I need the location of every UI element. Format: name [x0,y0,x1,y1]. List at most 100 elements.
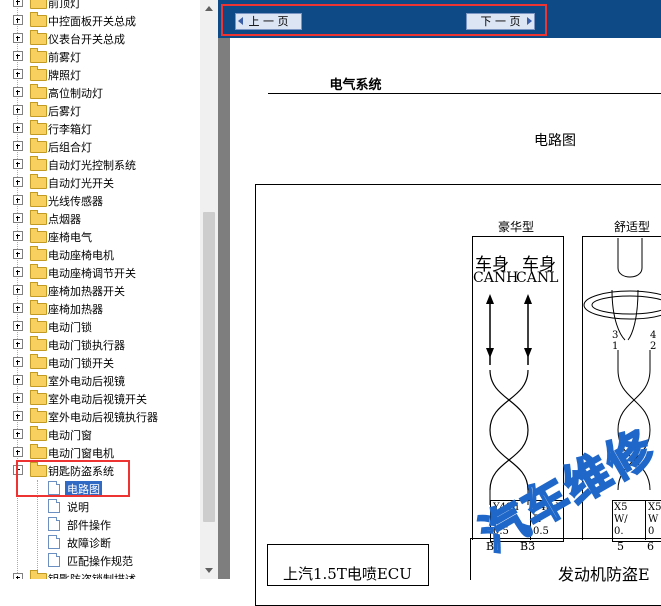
tree-item[interactable]: 室外电动后视镜开关 [0,389,200,407]
system-title: 电气系统 [329,78,382,93]
expand-toggle-icon[interactable] [13,393,23,403]
folder-icon [30,408,47,423]
tree-item-label: 电动门窗电机 [48,447,114,460]
expand-toggle-icon[interactable] [13,249,23,259]
tree-child-label: 说明 [67,501,89,514]
scroll-down-arrow-icon[interactable] [200,562,218,579]
scroll-thumb[interactable] [203,212,215,522]
tree-child-item[interactable]: 故障诊断 [0,533,200,551]
next-page-label: 下 一 页 [480,15,521,28]
expand-toggle-icon[interactable] [13,339,23,349]
expand-toggle-icon[interactable] [13,0,23,7]
tree-item[interactable]: 牌照灯 [0,65,200,83]
expand-toggle-icon[interactable] [13,159,23,169]
title-rule [268,93,661,94]
expand-toggle-icon[interactable] [13,195,23,205]
key-head-drawing [617,238,643,278]
tree-child-label: 故障诊断 [67,537,111,550]
folder-icon [30,0,47,9]
folder-icon [30,138,47,153]
tree-item[interactable]: 仪表台开关总成 [0,29,200,47]
expand-toggle-icon[interactable] [13,429,23,439]
expand-toggle-icon[interactable] [13,267,23,277]
tree-item[interactable]: 高位制动灯 [0,83,200,101]
tree-scrollbar[interactable] [200,0,218,579]
tree-child-item[interactable]: 匹配操作规范 [0,551,200,569]
folder-icon [30,66,47,81]
tree-item[interactable]: 座椅电气 [0,227,200,245]
tree-item[interactable]: 点烟器 [0,209,200,227]
tree-item[interactable]: 自动灯光开关 [0,173,200,191]
tree-item[interactable]: 电动座椅调节开关 [0,263,200,281]
tree-item-label: 后组合灯 [48,141,92,154]
expand-toggle-icon[interactable] [13,573,23,579]
tree-item-label: 电动座椅电机 [48,249,114,262]
tree-item-label: 自动灯光开关 [48,177,114,190]
tree-item-label: 电动门锁开关 [48,357,114,370]
expand-toggle-icon[interactable] [13,285,23,295]
expand-toggle-icon[interactable] [13,87,23,97]
tree-item[interactable]: 座椅加热器开关 [0,281,200,299]
tree-item[interactable]: 前雾灯 [0,47,200,65]
tree-item[interactable]: 电动门锁执行器 [0,335,200,353]
immo-label: 发动机防盗E [558,565,650,584]
left-arrow-icon [238,17,243,25]
tree-item[interactable]: 电动门锁开关 [0,353,200,371]
expand-toggle-icon[interactable] [13,123,23,133]
tree-item[interactable]: 自动灯光控制系统 [0,155,200,173]
expand-toggle-icon[interactable] [13,303,23,313]
tree-item-label: 座椅电气 [48,231,92,244]
tree-child-item[interactable]: 部件操作 [0,515,200,533]
tree-item[interactable]: 行李箱灯 [0,119,200,137]
pin-divider-2 [645,500,646,540]
expand-toggle-icon[interactable] [13,15,23,25]
comfort-label: 舒适型 [614,220,651,234]
tree-item-label: 电动座椅调节开关 [48,267,136,280]
folder-icon [30,426,47,441]
expand-toggle-icon[interactable] [13,177,23,187]
scroll-up-arrow-icon[interactable] [200,0,218,17]
tree-item[interactable]: 电动门窗电机 [0,443,200,461]
folder-icon [30,300,47,315]
tree-item[interactable]: 光线传感器 [0,191,200,209]
tree-item[interactable]: 后组合灯 [0,137,200,155]
nav-toolbar: 上 一 页 下 一 页 [218,0,661,38]
tree-item[interactable]: 前顶灯 [0,0,200,11]
prev-page-button[interactable]: 上 一 页 [235,13,302,30]
ecu-label: 上汽1.5T电喷ECU [283,565,412,583]
tree-item[interactable]: 电动座椅电机 [0,245,200,263]
tree-child-item[interactable]: 说明 [0,497,200,515]
folder-icon [30,102,47,117]
tree-item[interactable]: 后雾灯 [0,101,200,119]
expand-toggle-icon[interactable] [13,447,23,457]
tree-item[interactable]: 电动门锁 [0,317,200,335]
expand-toggle-icon[interactable] [13,213,23,223]
tree-item[interactable]: 电动门窗 [0,425,200,443]
tree-item-label: 电动门锁 [48,321,92,334]
tree-item[interactable]: 中控面板开关总成 [0,11,200,29]
expand-toggle-icon[interactable] [13,51,23,61]
expand-toggle-icon[interactable] [13,411,23,421]
tree-child-label: 部件操作 [67,519,111,532]
tree-item[interactable]: 室外电动后视镜 [0,371,200,389]
tree-item-label: 高位制动灯 [48,87,103,100]
tree-item[interactable]: 室外电动后视镜执行器 [0,407,200,425]
folder-icon [30,264,47,279]
expand-toggle-icon[interactable] [13,321,23,331]
tree-item[interactable]: 钥匙防盗锁制描述 [0,569,200,579]
tree-item[interactable]: 座椅加热器 [0,299,200,317]
expand-toggle-icon[interactable] [13,105,23,115]
expand-toggle-icon[interactable] [13,69,23,79]
folder-icon [30,318,47,333]
folder-icon [30,120,47,135]
next-page-button[interactable]: 下 一 页 [466,13,535,30]
expand-toggle-icon[interactable] [13,231,23,241]
expand-toggle-icon[interactable] [13,33,23,43]
tree-item-label: 室外电动后视镜 [48,375,125,388]
expand-toggle-icon[interactable] [13,141,23,151]
expand-toggle-icon[interactable] [13,375,23,385]
highlight-box-tree [16,460,130,497]
expand-toggle-icon[interactable] [13,357,23,367]
tree-item-label: 电动门窗 [48,429,92,442]
tree-item-label: 钥匙防盗锁制描述 [48,571,136,579]
